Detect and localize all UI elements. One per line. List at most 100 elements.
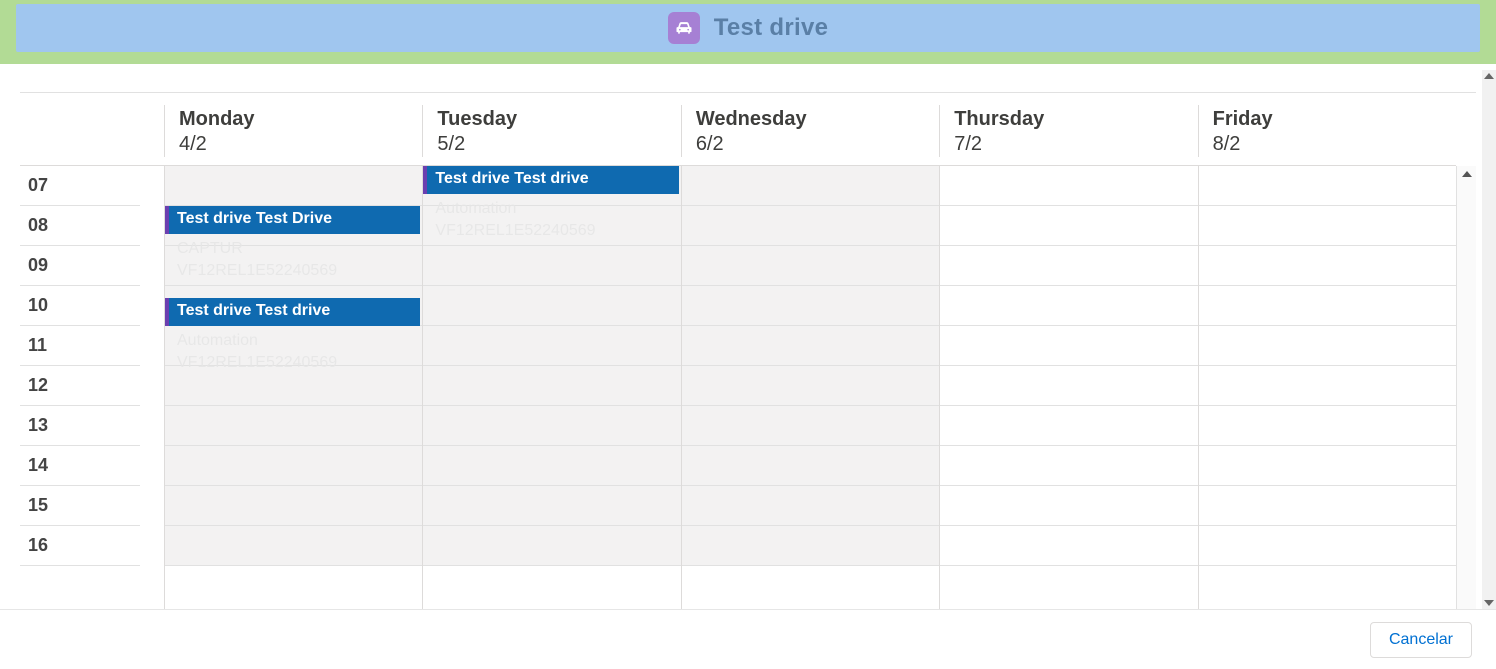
- day-column[interactable]: [1198, 166, 1456, 638]
- day-name: Thursday: [954, 107, 1197, 131]
- calendar-event[interactable]: Test drive Test drive: [423, 166, 678, 194]
- scroll-up-icon[interactable]: [1459, 168, 1475, 180]
- hour-cell[interactable]: [940, 326, 1197, 366]
- page-banner: Test drive: [0, 0, 1496, 64]
- hour-cell[interactable]: [940, 366, 1197, 406]
- event-subtitle: Automation: [435, 198, 670, 220]
- day-name: Wednesday: [696, 107, 939, 131]
- car-icon: [668, 12, 700, 44]
- time-slot: 16: [20, 526, 140, 566]
- calendar-event-overflow: AutomationVF12REL1E52240569: [423, 194, 678, 250]
- calendar: Monday4/2Tuesday5/2Wednesday6/2Thursday7…: [0, 93, 1496, 638]
- event-vin: VF12REL1E52240569: [177, 352, 412, 374]
- event-vin: VF12REL1E52240569: [177, 260, 412, 282]
- calendar-body: 07080910111213141516 CAPTURVF12REL1E5224…: [20, 166, 1476, 638]
- hour-cell[interactable]: [940, 486, 1197, 526]
- day-date: 7/2: [954, 131, 1197, 157]
- time-slot: 08: [20, 206, 140, 246]
- hour-cell[interactable]: [423, 366, 680, 406]
- event-subtitle: Automation: [177, 330, 412, 352]
- hour-cell[interactable]: [682, 526, 939, 566]
- hour-cell[interactable]: [682, 326, 939, 366]
- hour-cell[interactable]: [1199, 366, 1456, 406]
- hour-cell[interactable]: [940, 526, 1197, 566]
- day-column[interactable]: [939, 166, 1197, 638]
- time-slot: 10: [20, 286, 140, 326]
- cancel-button[interactable]: Cancelar: [1370, 622, 1472, 658]
- day-name: Monday: [179, 107, 422, 131]
- day-column[interactable]: [681, 166, 939, 638]
- hour-cell[interactable]: [682, 406, 939, 446]
- time-slot: 12: [20, 366, 140, 406]
- calendar-event[interactable]: Test drive Test Drive: [165, 206, 420, 234]
- hour-cell[interactable]: [423, 406, 680, 446]
- day-header[interactable]: Tuesday5/2: [422, 105, 680, 157]
- hour-cell[interactable]: [1199, 486, 1456, 526]
- hour-cell[interactable]: [682, 206, 939, 246]
- time-slot: 07: [20, 166, 140, 206]
- time-slot: 13: [20, 406, 140, 446]
- time-slot: 14: [20, 446, 140, 486]
- hour-cell[interactable]: [682, 246, 939, 286]
- hour-cell[interactable]: [682, 366, 939, 406]
- event-title: Test drive Test drive: [177, 300, 412, 322]
- day-date: 8/2: [1213, 131, 1456, 157]
- calendar-vertical-scrollbar[interactable]: [1456, 166, 1476, 638]
- day-column[interactable]: AutomationVF12REL1E52240569 Test drive Te…: [422, 166, 680, 638]
- hour-cell[interactable]: [682, 166, 939, 206]
- hour-cell[interactable]: [940, 446, 1197, 486]
- event-title: Test drive Test drive: [435, 168, 670, 190]
- hour-cell[interactable]: [1199, 206, 1456, 246]
- day-header[interactable]: Thursday7/2: [939, 105, 1197, 157]
- day-header[interactable]: Wednesday6/2: [681, 105, 939, 157]
- hour-cell[interactable]: [940, 206, 1197, 246]
- scroll-up-icon[interactable]: [1481, 70, 1496, 82]
- hour-cell[interactable]: [940, 286, 1197, 326]
- time-gutter: 07080910111213141516: [20, 166, 140, 638]
- modal-vertical-scrollbar[interactable]: [1482, 70, 1496, 609]
- hour-cell[interactable]: [423, 446, 680, 486]
- day-date: 5/2: [437, 131, 680, 157]
- event-vin: VF12REL1E52240569: [435, 220, 670, 242]
- day-name: Tuesday: [437, 107, 680, 131]
- banner-title: Test drive: [714, 14, 829, 42]
- day-header[interactable]: Monday4/2: [164, 105, 422, 157]
- hour-cell[interactable]: [423, 326, 680, 366]
- hour-cell[interactable]: [940, 246, 1197, 286]
- time-gutter-header: [44, 105, 164, 157]
- hour-cell[interactable]: [423, 486, 680, 526]
- time-slot: 15: [20, 486, 140, 526]
- calendar-event[interactable]: Test drive Test drive: [165, 298, 420, 326]
- hour-cell[interactable]: [165, 526, 422, 566]
- day-date: 6/2: [696, 131, 939, 157]
- hour-cell[interactable]: [1199, 326, 1456, 366]
- hour-cell[interactable]: [1199, 246, 1456, 286]
- hour-cell[interactable]: [423, 286, 680, 326]
- time-slot: 11: [20, 326, 140, 366]
- calendar-event-overflow: AutomationVF12REL1E52240569: [165, 326, 420, 406]
- calendar-day-columns[interactable]: CAPTURVF12REL1E52240569Test drive Test D…: [164, 166, 1456, 638]
- calendar-header-row: Monday4/2Tuesday5/2Wednesday6/2Thursday7…: [20, 93, 1456, 166]
- hour-cell[interactable]: [940, 406, 1197, 446]
- hour-cell[interactable]: [1199, 166, 1456, 206]
- hour-cell[interactable]: [165, 406, 422, 446]
- hour-cell[interactable]: [165, 166, 422, 206]
- hour-cell[interactable]: [165, 486, 422, 526]
- hour-cell[interactable]: [165, 446, 422, 486]
- day-column[interactable]: CAPTURVF12REL1E52240569Test drive Test D…: [164, 166, 422, 638]
- hour-cell[interactable]: [1199, 406, 1456, 446]
- event-title: Test drive Test Drive: [177, 208, 412, 230]
- hour-cell[interactable]: [682, 486, 939, 526]
- hour-cell[interactable]: [423, 246, 680, 286]
- scroll-down-icon[interactable]: [1481, 597, 1496, 609]
- day-header[interactable]: Friday8/2: [1198, 105, 1456, 157]
- hour-cell[interactable]: [1199, 446, 1456, 486]
- hour-cell[interactable]: [682, 446, 939, 486]
- hour-cell[interactable]: [682, 286, 939, 326]
- day-date: 4/2: [179, 131, 422, 157]
- hour-cell[interactable]: [423, 526, 680, 566]
- hour-cell[interactable]: [1199, 526, 1456, 566]
- event-subtitle: CAPTUR: [177, 238, 412, 260]
- hour-cell[interactable]: [1199, 286, 1456, 326]
- hour-cell[interactable]: [940, 166, 1197, 206]
